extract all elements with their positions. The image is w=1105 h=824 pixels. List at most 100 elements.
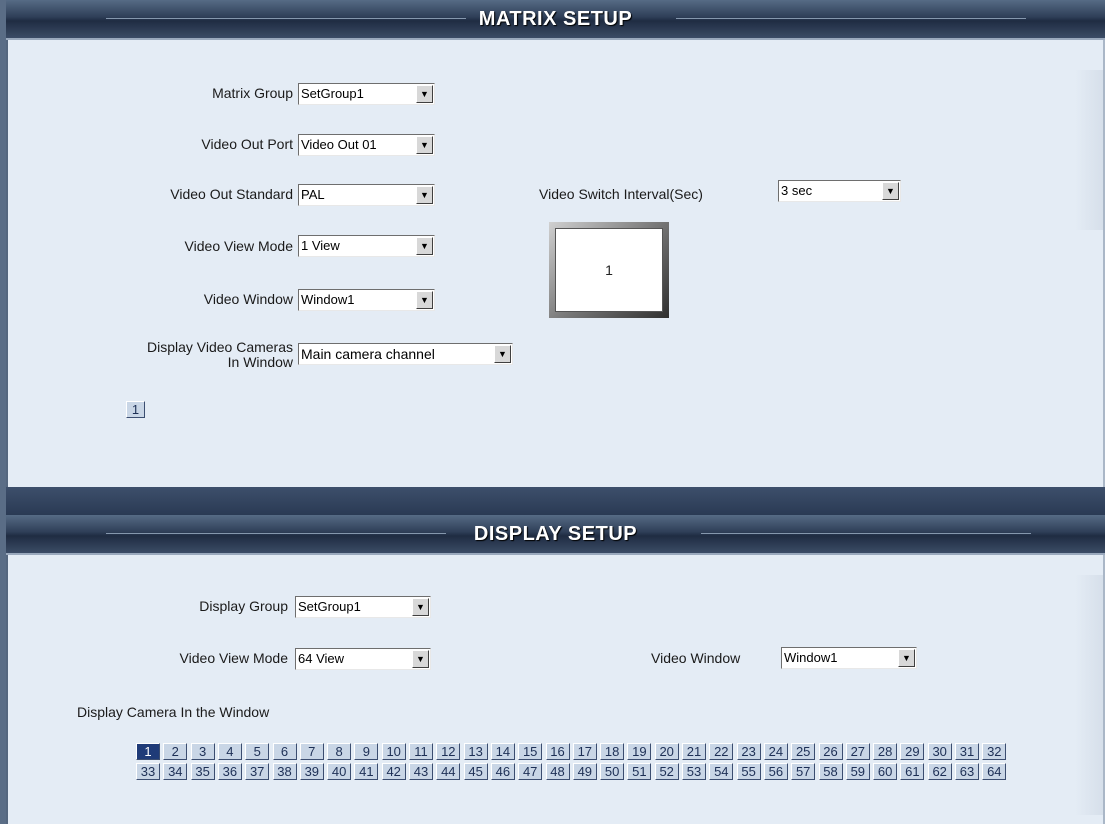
camera-button-61[interactable]: 61 — [900, 763, 925, 780]
camera-button-23[interactable]: 23 — [736, 743, 761, 760]
matrix-group-select[interactable]: SetGroup1 ▼ — [298, 83, 435, 105]
camera-button-49[interactable]: 49 — [572, 763, 597, 780]
camera-button-28[interactable]: 28 — [873, 743, 898, 760]
camera-button-46[interactable]: 46 — [490, 763, 515, 780]
camera-button-31[interactable]: 31 — [955, 743, 979, 760]
camera-button-16[interactable]: 16 — [545, 743, 570, 760]
camera-button-27[interactable]: 27 — [845, 743, 870, 760]
chevron-down-icon[interactable]: ▼ — [416, 237, 433, 255]
camera-button-42[interactable]: 42 — [381, 763, 406, 780]
camera-button-30[interactable]: 30 — [927, 743, 952, 760]
video-window-label: Video Window — [203, 291, 293, 307]
camera-button-44[interactable]: 44 — [436, 763, 461, 780]
camera-button-8[interactable]: 8 — [327, 743, 352, 760]
camera-button-22[interactable]: 22 — [709, 743, 734, 760]
video-view-mode-select[interactable]: 1 View ▼ — [298, 235, 435, 257]
display-group-value: SetGroup1 — [298, 599, 361, 614]
camera-button-34[interactable]: 34 — [163, 763, 188, 780]
camera-button-13[interactable]: 13 — [463, 743, 488, 760]
camera-button-19[interactable]: 19 — [627, 743, 652, 760]
camera-button-29[interactable]: 29 — [900, 743, 925, 760]
chevron-down-icon[interactable]: ▼ — [416, 136, 433, 154]
display-video-cameras-select[interactable]: Main camera channel ▼ — [298, 343, 513, 365]
camera-button-47[interactable]: 47 — [518, 763, 543, 780]
camera-button-64[interactable]: 64 — [982, 763, 1007, 780]
video-out-standard-value: PAL — [301, 187, 325, 202]
camera-button-56[interactable]: 56 — [763, 763, 788, 780]
camera-button-53[interactable]: 53 — [682, 763, 706, 780]
camera-button-5[interactable]: 5 — [245, 743, 270, 760]
camera-button-57[interactable]: 57 — [791, 763, 816, 780]
camera-button-51[interactable]: 51 — [627, 763, 652, 780]
camera-button-4[interactable]: 4 — [217, 743, 242, 760]
matrix-camera-button-1[interactable]: 1 — [126, 401, 145, 418]
section-divider — [6, 487, 1105, 515]
display-group-select[interactable]: SetGroup1 ▼ — [295, 596, 431, 618]
camera-button-12[interactable]: 12 — [436, 743, 461, 760]
camera-button-6[interactable]: 6 — [272, 743, 297, 760]
video-window-select[interactable]: Window1 ▼ — [298, 289, 435, 311]
camera-button-7[interactable]: 7 — [299, 743, 324, 760]
panel-edge-shade — [1075, 575, 1103, 815]
camera-button-41[interactable]: 41 — [354, 763, 379, 780]
camera-button-36[interactable]: 36 — [217, 763, 242, 780]
camera-button-1[interactable]: 1 — [136, 743, 160, 760]
chevron-down-icon[interactable]: ▼ — [412, 650, 429, 668]
camera-button-52[interactable]: 52 — [654, 763, 679, 780]
display-setup-panel: Display Group SetGroup1 ▼ Video View Mod… — [6, 555, 1105, 824]
camera-button-14[interactable]: 14 — [490, 743, 515, 760]
display-video-window-value: Window1 — [784, 650, 838, 665]
camera-button-62[interactable]: 62 — [927, 763, 952, 780]
chevron-down-icon[interactable]: ▼ — [416, 291, 433, 309]
camera-button-24[interactable]: 24 — [763, 743, 788, 760]
camera-button-58[interactable]: 58 — [818, 763, 843, 780]
camera-button-15[interactable]: 15 — [518, 743, 543, 760]
display-view-mode-select[interactable]: 64 View ▼ — [295, 648, 431, 670]
camera-button-3[interactable]: 3 — [190, 743, 215, 760]
video-switch-interval-select[interactable]: 3 sec ▼ — [778, 180, 901, 202]
camera-button-55[interactable]: 55 — [736, 763, 761, 780]
video-out-standard-label: Video Out Standard — [170, 186, 293, 202]
camera-button-45[interactable]: 45 — [463, 763, 488, 780]
camera-button-50[interactable]: 50 — [600, 763, 625, 780]
display-view-mode-value: 64 View — [298, 651, 345, 666]
camera-button-18[interactable]: 18 — [600, 743, 625, 760]
display-video-cameras-label-line2: In Window — [227, 354, 293, 370]
camera-button-20[interactable]: 20 — [654, 743, 679, 760]
chevron-down-icon[interactable]: ▼ — [898, 649, 915, 667]
camera-button-2[interactable]: 2 — [163, 743, 188, 760]
video-out-port-select[interactable]: Video Out 01 ▼ — [298, 134, 435, 156]
matrix-setup-title: MATRIX SETUP — [478, 8, 633, 30]
camera-button-40[interactable]: 40 — [327, 763, 352, 780]
camera-button-60[interactable]: 60 — [873, 763, 898, 780]
display-video-window-select[interactable]: Window1 ▼ — [781, 647, 917, 669]
camera-button-9[interactable]: 9 — [354, 743, 379, 760]
chevron-down-icon[interactable]: ▼ — [882, 182, 899, 200]
camera-button-38[interactable]: 38 — [272, 763, 297, 780]
chevron-down-icon[interactable]: ▼ — [494, 345, 511, 363]
display-video-cameras-label-line1: Display Video Cameras — [146, 339, 293, 355]
camera-button-43[interactable]: 43 — [409, 763, 433, 780]
chevron-down-icon[interactable]: ▼ — [416, 85, 433, 103]
video-out-port-label: Video Out Port — [201, 136, 293, 152]
camera-button-10[interactable]: 10 — [381, 743, 406, 760]
matrix-group-value: SetGroup1 — [301, 86, 364, 101]
chevron-down-icon[interactable]: ▼ — [412, 598, 429, 616]
camera-button-35[interactable]: 35 — [190, 763, 215, 780]
camera-button-17[interactable]: 17 — [572, 743, 597, 760]
video-view-mode-value: 1 View — [301, 238, 340, 253]
camera-button-33[interactable]: 33 — [136, 763, 160, 780]
camera-button-39[interactable]: 39 — [299, 763, 324, 780]
camera-button-25[interactable]: 25 — [791, 743, 816, 760]
camera-button-11[interactable]: 11 — [409, 743, 433, 760]
camera-button-48[interactable]: 48 — [545, 763, 570, 780]
camera-button-32[interactable]: 32 — [982, 743, 1007, 760]
video-out-standard-select[interactable]: PAL ▼ — [298, 184, 435, 206]
camera-button-63[interactable]: 63 — [955, 763, 979, 780]
camera-button-21[interactable]: 21 — [682, 743, 706, 760]
camera-button-59[interactable]: 59 — [845, 763, 870, 780]
camera-button-26[interactable]: 26 — [818, 743, 843, 760]
chevron-down-icon[interactable]: ▼ — [416, 186, 433, 204]
camera-button-37[interactable]: 37 — [245, 763, 270, 780]
camera-button-54[interactable]: 54 — [709, 763, 734, 780]
